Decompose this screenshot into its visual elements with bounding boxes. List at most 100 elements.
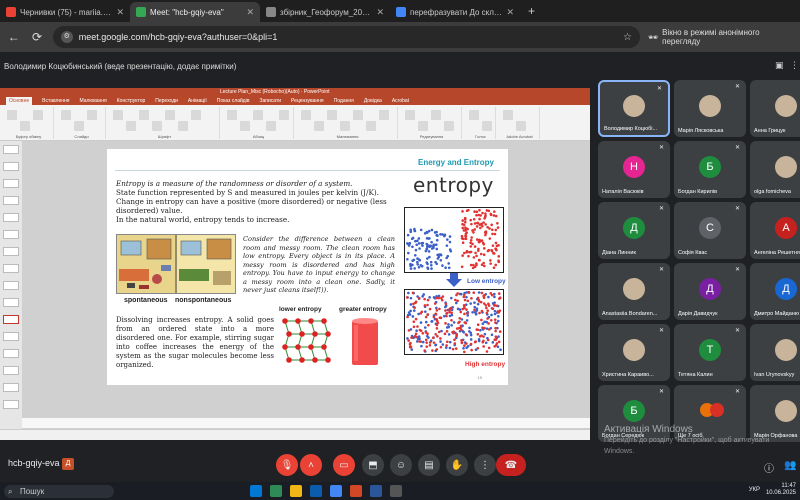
powerpoint-menu-item[interactable]: Малювання [79,97,106,105]
participant-tile[interactable]: Б ✕ Богдан Кирилів [674,141,746,198]
slide-thumbnail[interactable] [3,298,19,307]
chrome-icon[interactable] [330,485,342,497]
participant-tile[interactable]: Д ✕ Діана Линник [598,202,670,259]
powerpoint-menu-item[interactable]: Подання [334,97,354,105]
participant-tile[interactable]: Н ✕ Наталія Васюків [598,141,670,198]
more-options-button[interactable]: ⋮ [474,454,496,476]
ribbon-button[interactable] [191,110,201,120]
address-bar[interactable]: ⚙ meet.google.com/hcb-gqiy-eva?authuser=… [52,26,640,48]
slide-thumbnail[interactable] [3,383,19,392]
powerpoint-menu-item[interactable]: Основне [6,97,33,105]
people-icon[interactable]: 👥 [784,460,796,471]
participant-tile[interactable]: ✕Марія Орфанова [750,385,800,442]
participant-tile[interactable]: Д✕Дмитро Майданю [750,263,800,320]
browser-tab[interactable]: збірник_Геофорум_2025.pdf ✕ [260,2,390,22]
ribbon-button[interactable] [266,121,276,131]
ribbon-button[interactable] [20,121,30,131]
slide-thumbnail[interactable] [3,145,19,154]
participant-tile[interactable]: А✕Ангеліна Решетня [750,202,800,259]
close-icon[interactable]: ✕ [116,7,124,18]
participant-tile[interactable]: С ✕ Софія Квас [674,202,746,259]
participant-tile[interactable]: Т ✕ Тетяна Калин [674,324,746,381]
ribbon-button[interactable] [431,110,441,120]
ribbon-button[interactable] [152,121,162,131]
ribbon-button[interactable] [178,121,188,131]
participant-tile[interactable]: ✕Анна Грицук [750,80,800,137]
ribbon-button[interactable] [240,121,250,131]
slide-thumbnail[interactable] [3,281,19,290]
incognito-indicator[interactable]: 🕶 Вікно в режимі анонімного перегляду [648,28,794,46]
participant-tile[interactable]: ✕olga fomicheva [750,141,800,198]
language-indicator[interactable]: УКР [749,487,760,493]
ribbon-button[interactable] [405,110,415,120]
ribbon-button[interactable] [301,110,311,120]
mic-options-button[interactable]: ˄ [300,454,322,476]
slide-thumbnail[interactable] [3,332,19,341]
camera-off-button[interactable]: ▭ [333,454,355,476]
edge-icon[interactable] [270,485,282,497]
participant-tile[interactable]: Д ✕ Дарія Давидчук [674,263,746,320]
word-icon[interactable] [370,485,382,497]
ribbon-button[interactable] [469,110,479,120]
site-info-icon[interactable]: ⚙ [60,31,73,43]
ribbon-button[interactable] [279,110,289,120]
ribbon-button[interactable] [340,121,350,131]
ribbon-button[interactable] [366,121,376,131]
leave-call-button[interactable]: ☎ [496,454,526,476]
ribbon-button[interactable] [444,121,454,131]
bookmark-star-icon[interactable]: ☆ [623,32,632,43]
notes-pane[interactable] [22,418,590,428]
ribbon-button[interactable] [418,121,428,131]
ribbon-button[interactable] [379,110,389,120]
powerpoint-menu-item[interactable]: Показ слайдів [217,97,250,105]
browser-tab[interactable]: Чернивки (75) - mariia.orfanova✕ [0,2,130,22]
ribbon-button[interactable] [227,110,237,120]
slide-thumbnail[interactable] [3,213,19,222]
browser-tab[interactable]: перефразувати До складу військ ✕ [390,2,520,22]
ribbon-button[interactable] [113,110,123,120]
slide-thumbnail[interactable] [3,179,19,188]
raise-hand-button[interactable]: ✋ [446,454,468,476]
emoji-button[interactable]: ☺ [390,454,412,476]
participant-tile[interactable]: ✕ Марія Лясковська [674,80,746,137]
app-icon[interactable] [390,485,402,497]
present-button[interactable]: ⬒ [362,454,384,476]
close-icon[interactable]: ✕ [506,7,514,18]
powerpoint-menu-item[interactable]: Довідка [364,97,382,105]
slide-thumbnail[interactable] [3,196,19,205]
ribbon-button[interactable] [503,110,513,120]
slide-thumbnail[interactable] [3,315,19,324]
close-icon[interactable]: ✕ [376,7,384,18]
powerpoint-menu-item[interactable]: Переходи [155,97,178,105]
ribbon-button[interactable] [33,110,43,120]
slide-thumbnail[interactable] [3,349,19,358]
folder-icon[interactable] [290,485,302,497]
store-icon[interactable] [310,485,322,497]
slide-thumbnail[interactable] [3,400,19,409]
system-clock[interactable]: 11:47 10.06.2025 [766,483,796,497]
ribbon-button[interactable] [314,121,324,131]
new-tab-button[interactable]: + [520,2,543,22]
participant-tile[interactable]: ✕Ivan Urynovskyy [750,324,800,381]
powerpoint-icon[interactable] [350,485,362,497]
ribbon-button[interactable] [516,121,526,131]
close-icon[interactable]: ✕ [246,7,254,18]
info-icon[interactable]: ⓘ [764,460,774,475]
slide-thumbnail[interactable] [3,366,19,375]
ribbon-button[interactable] [126,121,136,131]
powerpoint-menu-item[interactable]: Конструктор [117,97,146,105]
slide-thumbnail[interactable] [3,264,19,273]
taskbar-search[interactable]: ⌕ Пошук [4,485,114,498]
participant-tile[interactable]: ✕ Anastasiia Bondaren... [598,263,670,320]
powerpoint-menu-item[interactable]: Анімації [188,97,207,105]
ribbon-button[interactable] [253,110,263,120]
slide-thumbnail[interactable] [3,247,19,256]
captions-button[interactable]: ▤ [418,454,440,476]
powerpoint-menu-item[interactable]: Записати [259,97,281,105]
file-explorer-icon[interactable] [250,485,262,497]
more-icon[interactable]: ⋮ [790,60,799,71]
ribbon-button[interactable] [74,121,84,131]
ribbon-button[interactable] [7,110,17,120]
ribbon-button[interactable] [87,110,97,120]
powerpoint-menu-item[interactable]: Рецензування [291,97,324,105]
